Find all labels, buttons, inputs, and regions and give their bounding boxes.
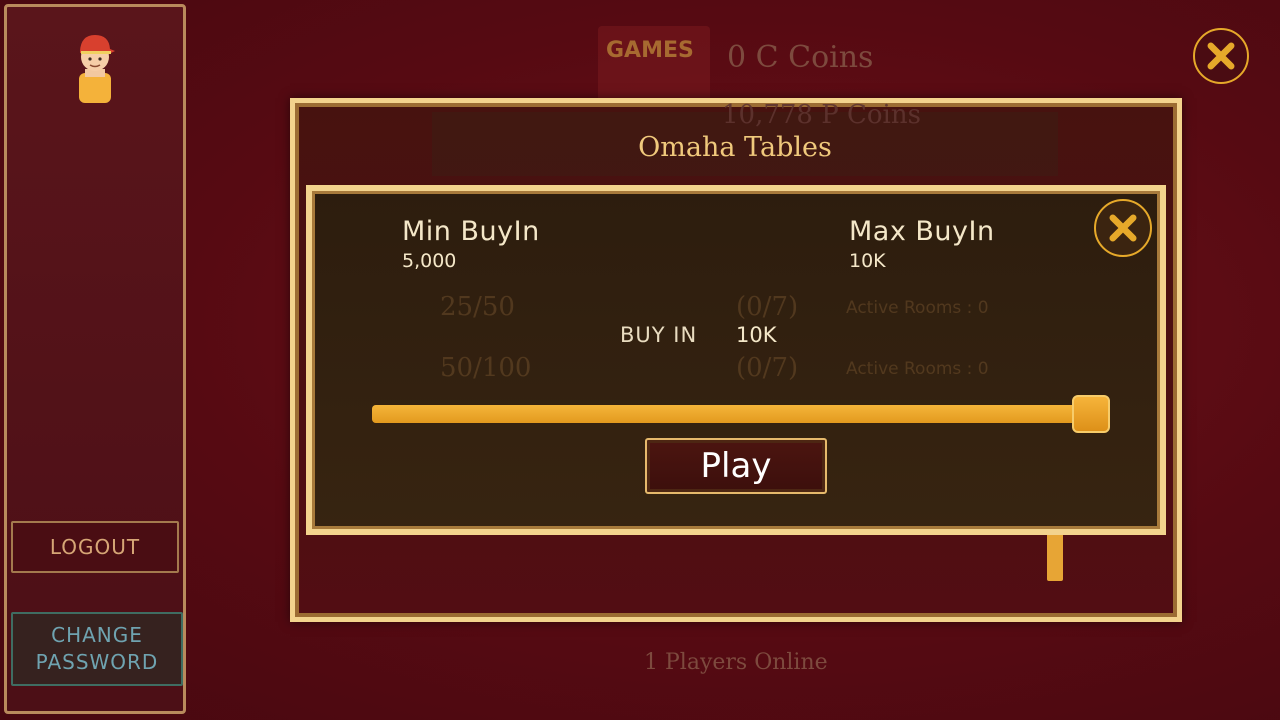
sidebar: LOGOUT CHANGE PASSWORD	[4, 4, 186, 714]
buyin-value: 10K	[736, 323, 777, 347]
logout-label: LOGOUT	[49, 535, 141, 559]
table-seats: (0/7)	[736, 353, 799, 383]
buyin-slider-fill	[372, 405, 1092, 423]
min-buyin-label: Min BuyIn	[402, 216, 540, 247]
max-buyin-label: Max BuyIn	[849, 216, 995, 247]
players-online: 1 Players Online	[644, 650, 828, 675]
close-screen-button[interactable]	[1193, 28, 1249, 84]
p-coins-balance: 10,778 P Coins	[722, 100, 921, 130]
table-seats: (0/7)	[736, 292, 799, 322]
close-dialog-button[interactable]	[1094, 199, 1152, 257]
min-buyin-value: 5,000	[402, 250, 457, 272]
change-password-button[interactable]: CHANGE PASSWORD	[11, 612, 183, 686]
max-buyin-value: 10K	[849, 250, 886, 272]
table-active-rooms: Active Rooms : 0	[846, 298, 989, 318]
buyin-label: BUY IN	[620, 323, 698, 347]
close-icon	[1207, 42, 1235, 70]
play-label: Play	[700, 446, 772, 486]
change-password-label-line1: CHANGE	[51, 623, 143, 647]
table-active-rooms: Active Rooms : 0	[846, 359, 989, 379]
c-coins-balance: 0 C Coins	[727, 40, 874, 75]
avatar-icon[interactable]	[71, 29, 119, 105]
dialog-title: Omaha Tables	[638, 132, 832, 163]
games-logo: GAMES	[598, 26, 710, 104]
play-button[interactable]: Play	[645, 438, 827, 494]
logout-button[interactable]: LOGOUT	[11, 521, 179, 573]
buyin-slider-thumb[interactable]	[1072, 395, 1110, 433]
logo-text: GAMES	[606, 38, 694, 63]
table-stake: 25/50	[440, 292, 515, 322]
change-password-label-line2: PASSWORD	[35, 650, 159, 674]
buyin-slider[interactable]	[372, 405, 1092, 423]
table-stake: 50/100	[440, 353, 532, 383]
close-icon	[1109, 214, 1137, 242]
